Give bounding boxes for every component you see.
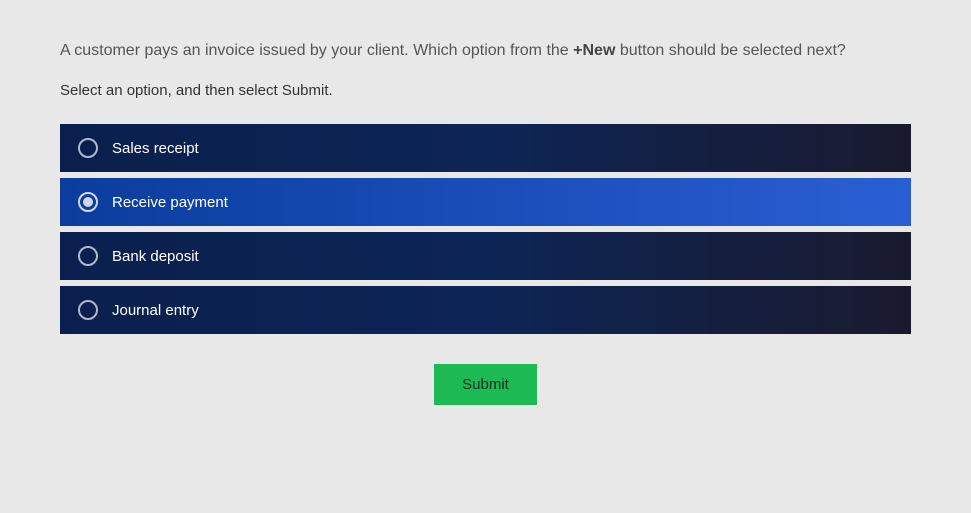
option-label: Bank deposit: [112, 248, 199, 265]
radio-icon: [78, 300, 98, 320]
options-list: Sales receipt Receive payment Bank depos…: [60, 124, 911, 334]
option-label: Journal entry: [112, 302, 199, 319]
submit-button[interactable]: Submit: [434, 364, 537, 405]
question-after: button should be selected next?: [615, 42, 845, 59]
radio-icon: [78, 138, 98, 158]
radio-icon: [78, 192, 98, 212]
option-bank-deposit[interactable]: Bank deposit: [60, 232, 911, 280]
option-sales-receipt[interactable]: Sales receipt: [60, 124, 911, 172]
question-before: A customer pays an invoice issued by you…: [60, 42, 573, 59]
option-label: Sales receipt: [112, 140, 199, 157]
option-journal-entry[interactable]: Journal entry: [60, 286, 911, 334]
instruction-text: Select an option, and then select Submit…: [60, 82, 911, 99]
question-bold: +New: [573, 42, 615, 59]
question-text: A customer pays an invoice issued by you…: [60, 40, 911, 62]
radio-icon: [78, 246, 98, 266]
option-receive-payment[interactable]: Receive payment: [60, 178, 911, 226]
option-label: Receive payment: [112, 194, 228, 211]
submit-container: Submit: [60, 364, 911, 405]
